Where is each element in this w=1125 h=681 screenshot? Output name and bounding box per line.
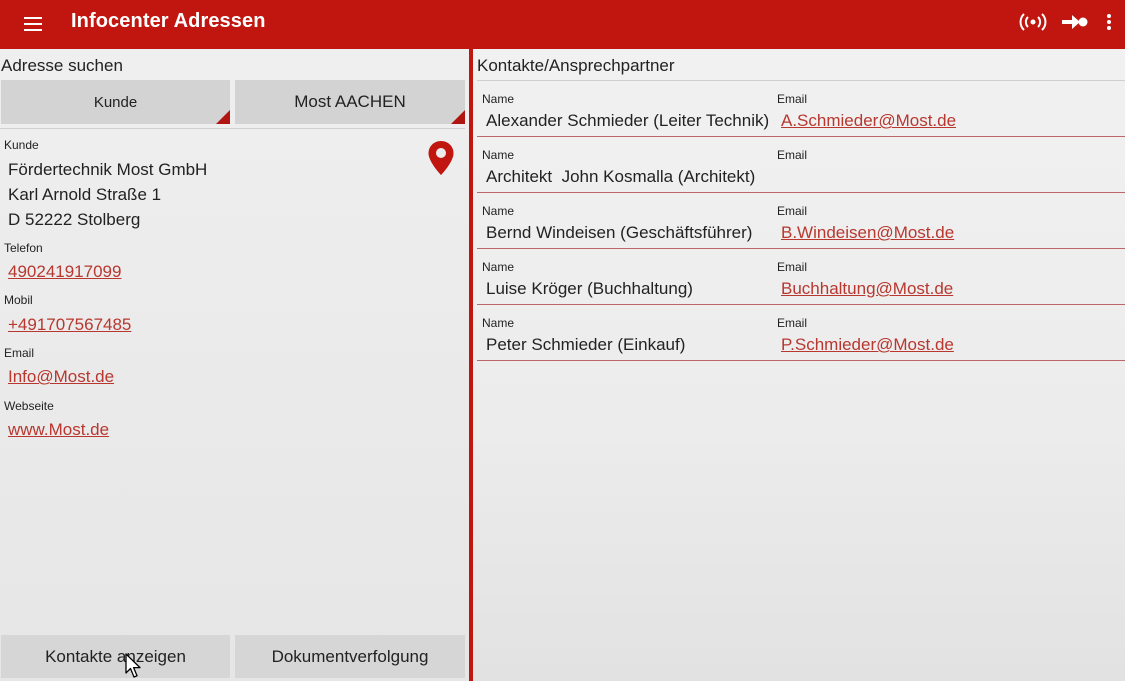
spinner-corner-icon [451,110,465,124]
email-label: Email [777,260,808,274]
telefon-label: Telefon [4,241,43,255]
name-label: Name [482,148,515,162]
section-title-adresse: Adresse suchen [1,56,123,75]
email-link[interactable]: Info@Most.de [8,367,114,387]
type-spinner-label: Kunde [93,93,138,111]
email-label: Email [4,346,35,360]
wifi-broadcast-icon[interactable] [1019,8,1047,36]
app-bar: Infocenter Adressen [0,0,1125,49]
contact-email-link[interactable]: P.Schmieder@Most.de [781,335,954,355]
row-divider [477,360,1125,361]
mobil-link[interactable]: +491707567485 [8,315,131,335]
name-label: Name [482,92,515,106]
list-item[interactable]: Name Email Architekt John Kosmalla (Arch… [477,137,1125,193]
contact-email-link[interactable]: A.Schmieder@Most.de [781,111,956,131]
app-title: Infocenter Adressen [71,10,266,32]
webseite-link[interactable]: www.Most.de [8,420,109,440]
email-label: Email [777,316,808,330]
kontakte-anzeigen-button[interactable]: Kontakte anzeigen [1,635,230,678]
overflow-menu-icon[interactable] [1103,8,1115,36]
name-label: Name [482,260,515,274]
contact-name: Luise Kröger (Buchhaltung) [486,279,693,298]
list-item[interactable]: Name Email Bernd Windeisen (Geschäftsfüh… [477,193,1125,249]
address-spinner-label: Most AACHEN [294,92,406,111]
telefon-link[interactable]: 490241917099 [8,262,121,282]
contact-name: Architekt John Kosmalla (Architekt) [486,167,756,186]
kunde-name: Fördertechnik Most GmbH [8,160,208,179]
contact-name: Peter Schmieder (Einkauf) [486,335,686,354]
sync-arrow-icon[interactable] [1061,8,1089,36]
map-pin-icon[interactable] [427,140,455,176]
name-label: Name [482,204,515,218]
kunde-city: D 52222 Stolberg [8,210,141,229]
mobil-label: Mobil [4,293,33,307]
contact-name: Alexander Schmieder (Leiter Technik) [486,111,770,130]
contacts-pane: Kontakte/Ansprechpartner Name Email Alex… [473,49,1125,681]
section-title-kontakte: Kontakte/Ansprechpartner [477,56,675,75]
menu-icon[interactable] [24,12,48,36]
contact-name: Bernd Windeisen (Geschäftsführer) [486,223,753,242]
email-label: Email [777,92,808,106]
app-bar-actions [1019,8,1115,36]
dokumentverfolgung-button[interactable]: Dokumentverfolgung [235,635,465,678]
spinner-corner-icon [216,110,230,124]
webseite-label: Webseite [4,399,54,413]
list-item[interactable]: Name Email Peter Schmieder (Einkauf) P.S… [477,305,1125,361]
name-label: Name [482,316,515,330]
address-spinner[interactable]: Most AACHEN [235,80,465,124]
address-pane: Adresse suchen Kunde Most AACHEN Kunde F… [0,49,469,681]
divider [0,128,465,129]
contact-email-link[interactable]: Buchhaltung@Most.de [781,279,953,299]
kunde-label: Kunde [4,138,39,152]
kunde-street: Karl Arnold Straße 1 [8,185,162,204]
list-item[interactable]: Name Email Alexander Schmieder (Leiter T… [477,81,1125,137]
contact-email-link[interactable]: B.Windeisen@Most.de [781,223,954,243]
list-item[interactable]: Name Email Luise Kröger (Buchhaltung) Bu… [477,249,1125,305]
email-label: Email [777,148,808,162]
type-spinner[interactable]: Kunde [1,80,230,124]
email-label: Email [777,204,808,218]
